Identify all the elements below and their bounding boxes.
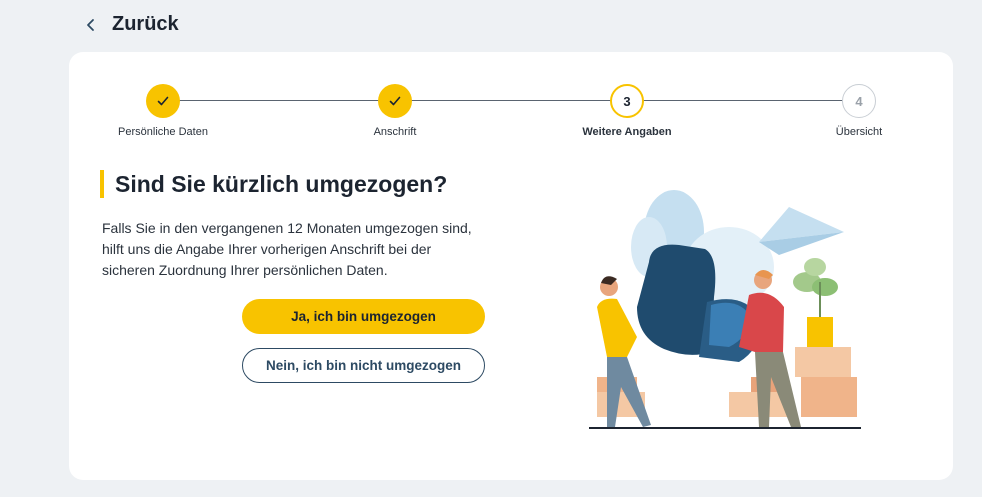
step-address: Anschrift [320, 84, 470, 138]
description-text: Falls Sie in den vergangenen 12 Monaten … [102, 220, 472, 278]
step-done-circle [378, 84, 412, 118]
page-title: Sind Sie kürzlich umgezogen? [115, 170, 448, 197]
accent-bar [100, 170, 104, 198]
yes-moved-button[interactable]: Ja, ich bin umgezogen [242, 299, 485, 334]
step-label: Anschrift [373, 126, 417, 138]
stepper-line [163, 100, 859, 101]
chevron-left-icon [87, 18, 94, 31]
checkmark-icon [389, 96, 401, 106]
progress-stepper: Persönliche Daten Anschrift 3 Weitere An… [69, 84, 953, 144]
main-card: Persönliche Daten Anschrift 3 Weitere An… [69, 52, 953, 480]
step-todo-circle: 4 [842, 84, 876, 118]
back-link[interactable]: Zurück [84, 13, 179, 36]
no-not-moved-button[interactable]: Nein, ich bin nicht umgezogen [242, 348, 485, 383]
step-label: Übersicht [835, 126, 883, 138]
step-done-circle [146, 84, 180, 118]
checkmark-icon [157, 96, 169, 106]
step-personal-data: Persönliche Daten [88, 84, 238, 138]
step-further-info: 3 Weitere Angaben [552, 84, 702, 138]
step-active-circle: 3 [610, 84, 644, 118]
step-label: Persönliche Daten [118, 126, 208, 138]
step-overview: 4 Übersicht [784, 84, 934, 138]
step-label: Weitere Angaben [582, 126, 672, 138]
headline-block: Sind Sie kürzlich umgezogen? [100, 170, 447, 198]
back-label: Zurück [112, 13, 179, 35]
moving-illustration [589, 190, 861, 429]
